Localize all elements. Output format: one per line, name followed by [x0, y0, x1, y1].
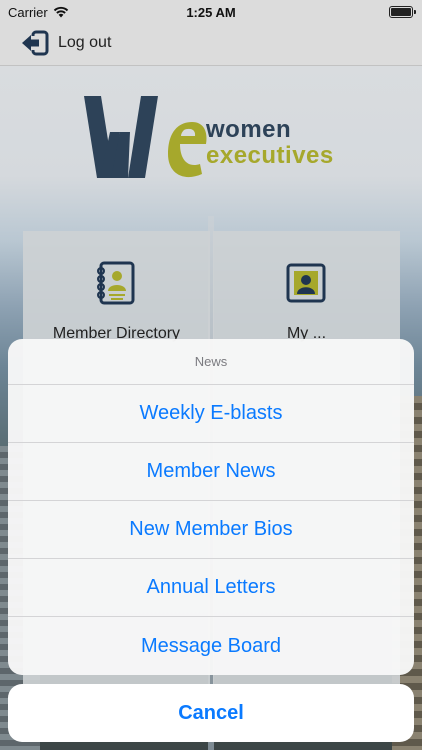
- news-action-sheet: News Weekly E-blasts Member News New Mem…: [8, 339, 414, 675]
- action-sheet-title: News: [8, 339, 414, 385]
- action-new-member-bios[interactable]: New Member Bios: [8, 501, 414, 559]
- action-weekly-eblasts[interactable]: Weekly E-blasts: [8, 385, 414, 443]
- action-message-board[interactable]: Message Board: [8, 617, 414, 675]
- action-annual-letters[interactable]: Annual Letters: [8, 559, 414, 617]
- action-member-news[interactable]: Member News: [8, 443, 414, 501]
- cancel-button[interactable]: Cancel: [8, 684, 414, 742]
